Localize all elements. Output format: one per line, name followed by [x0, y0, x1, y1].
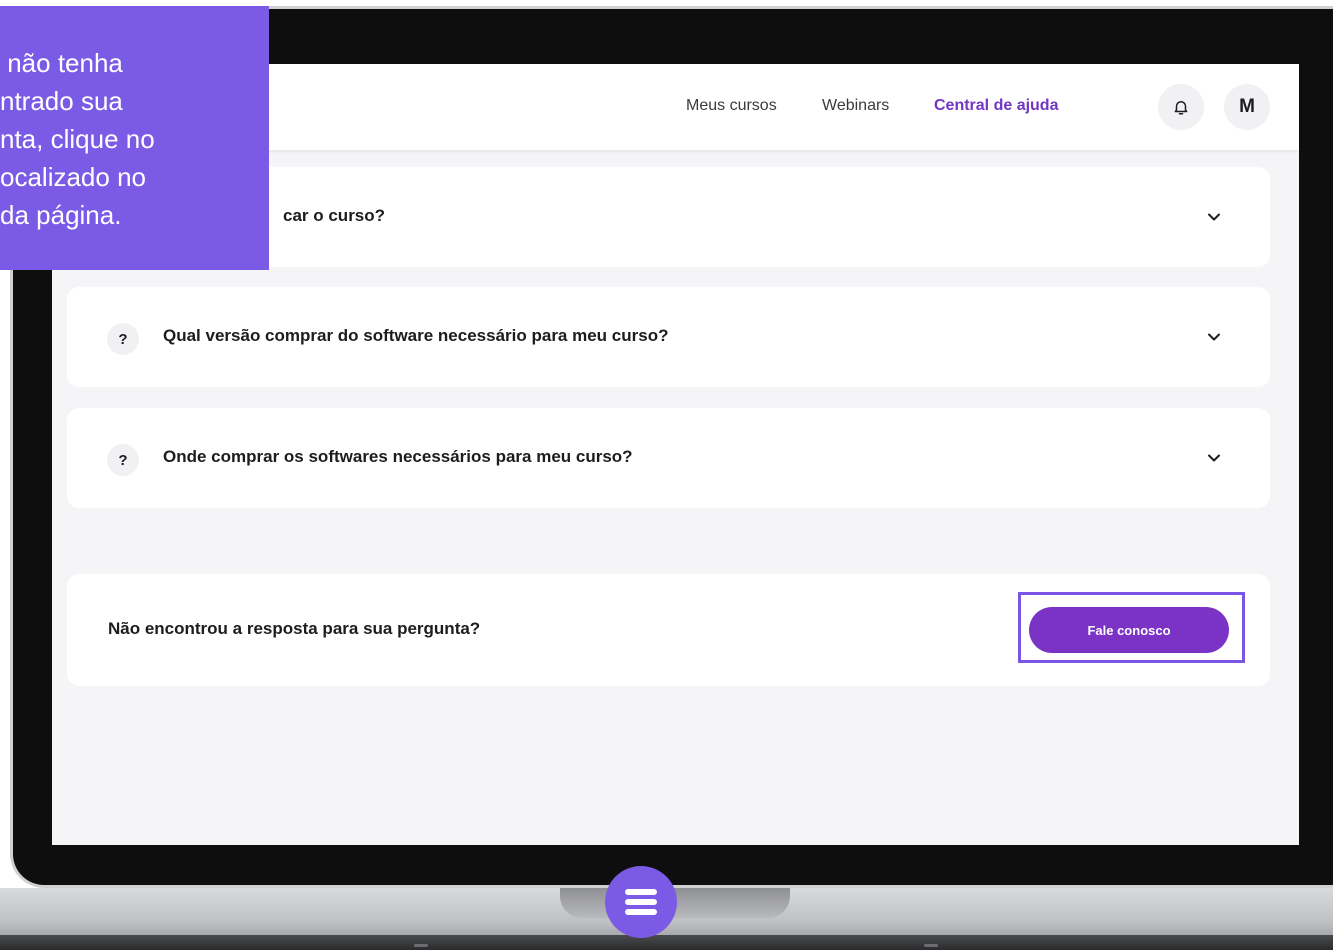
faq-question: Qual versão comprar do software necessár… — [163, 326, 669, 345]
nav-meus-cursos[interactable]: Meus cursos — [686, 97, 777, 115]
laptop-base-edge — [0, 935, 1333, 950]
laptop-foot-left — [414, 944, 428, 947]
question-badge: ? — [107, 444, 139, 476]
nav-central-de-ajuda[interactable]: Central de ajuda — [934, 97, 1058, 115]
bell-icon — [1174, 101, 1188, 115]
laptop-foot-right — [924, 944, 938, 947]
contact-prompt: Não encontrou a resposta para sua pergun… — [108, 619, 481, 638]
chevron-down-icon[interactable] — [1204, 207, 1224, 227]
question-badge: ? — [107, 323, 139, 355]
tutorial-tooltip: não tenha ntrado sua nta, clique no ocal… — [0, 6, 269, 270]
faq-question: Onde comprar os softwares necessários pa… — [163, 447, 633, 466]
fale-conosco-button[interactable]: Fale conosco — [1029, 607, 1229, 653]
notifications-button[interactable] — [1158, 84, 1204, 130]
contact-card: Não encontrou a resposta para sua pergun… — [67, 574, 1270, 686]
user-avatar[interactable]: M — [1224, 84, 1270, 130]
faq-question: car o curso? — [283, 206, 386, 225]
faq-item[interactable]: ? Qual versão comprar do software necess… — [67, 287, 1270, 387]
tooltip-text: não tenha ntrado sua nta, clique no ocal… — [0, 48, 155, 230]
menu-button[interactable] — [605, 866, 677, 938]
chevron-down-icon[interactable] — [1204, 448, 1224, 468]
faq-item[interactable]: ? Onde comprar os softwares necessários … — [67, 408, 1270, 508]
nav-webinars[interactable]: Webinars — [822, 97, 889, 115]
menu-icon — [625, 889, 657, 915]
chevron-down-icon[interactable] — [1204, 327, 1224, 347]
